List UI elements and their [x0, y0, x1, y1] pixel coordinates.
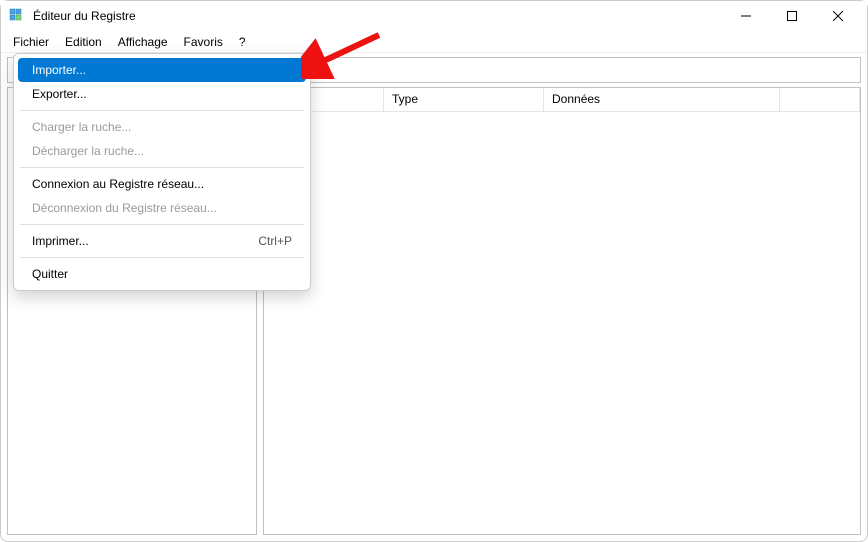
menubar: Fichier Edition Affichage Favoris ? [1, 31, 867, 53]
menu-favorites[interactable]: Favoris [176, 33, 231, 51]
maximize-button[interactable] [769, 1, 815, 31]
menuitem-exit-label: Quitter [32, 267, 68, 281]
menuitem-disconnect-network-label: Déconnexion du Registre réseau... [32, 201, 217, 215]
menu-separator [20, 224, 304, 225]
menu-separator [20, 257, 304, 258]
menuitem-exit[interactable]: Quitter [18, 262, 306, 286]
menuitem-connect-network[interactable]: Connexion au Registre réseau... [18, 172, 306, 196]
list-pane[interactable]: Nom Type Données [263, 87, 861, 535]
close-button[interactable] [815, 1, 861, 31]
menuitem-disconnect-network: Déconnexion du Registre réseau... [18, 196, 306, 220]
menu-edit[interactable]: Edition [57, 33, 110, 51]
menuitem-import-label: Importer... [32, 63, 86, 77]
file-dropdown: Importer... Exporter... Charger la ruche… [13, 53, 311, 291]
menu-help[interactable]: ? [231, 33, 254, 51]
regedit-icon [9, 8, 25, 24]
menu-file[interactable]: Fichier [5, 33, 57, 51]
titlebar: Éditeur du Registre [1, 1, 867, 31]
menuitem-export[interactable]: Exporter... [18, 82, 306, 106]
menu-separator [20, 167, 304, 168]
column-header-spacer [780, 88, 860, 111]
menu-separator [20, 110, 304, 111]
menuitem-load-hive-label: Charger la ruche... [32, 120, 131, 134]
menuitem-load-hive: Charger la ruche... [18, 115, 306, 139]
column-header-type[interactable]: Type [384, 88, 544, 111]
menuitem-print[interactable]: Imprimer... Ctrl+P [18, 229, 306, 253]
menuitem-print-label: Imprimer... [32, 234, 89, 248]
menuitem-export-label: Exporter... [32, 87, 87, 101]
menuitem-import[interactable]: Importer... [18, 58, 306, 82]
menuitem-unload-hive: Décharger la ruche... [18, 139, 306, 163]
window-title: Éditeur du Registre [33, 9, 723, 23]
menuitem-print-shortcut: Ctrl+P [258, 234, 292, 248]
list-header: Nom Type Données [264, 88, 860, 112]
column-header-data[interactable]: Données [544, 88, 780, 111]
menuitem-connect-network-label: Connexion au Registre réseau... [32, 177, 204, 191]
menuitem-unload-hive-label: Décharger la ruche... [32, 144, 144, 158]
window-controls [723, 1, 861, 31]
menu-view[interactable]: Affichage [110, 33, 176, 51]
minimize-button[interactable] [723, 1, 769, 31]
